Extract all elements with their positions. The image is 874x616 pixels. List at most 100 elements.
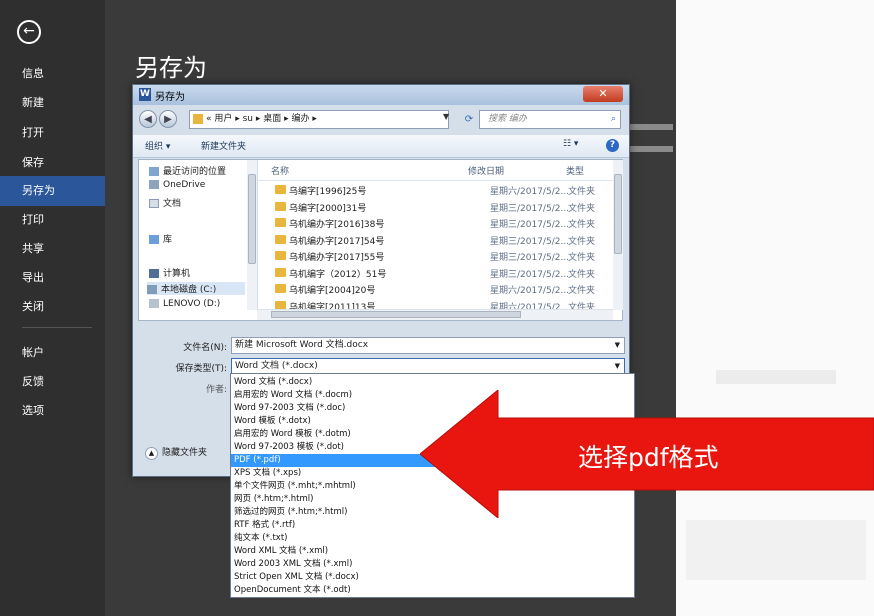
file-type: 文件夹 (568, 220, 596, 230)
nav-label: OneDrive (163, 180, 206, 190)
folder-icon (193, 114, 203, 124)
file-name: 乌机编办字[2017]54号 (289, 236, 385, 247)
sidebar-divider (22, 327, 92, 328)
sidebar-item[interactable]: 另存为 (0, 176, 105, 206)
background-block (686, 520, 866, 580)
horizontal-scrollbar[interactable] (257, 309, 613, 320)
chevron-down-icon[interactable]: ▼ (443, 112, 449, 121)
back-arrow-icon[interactable]: ← (17, 20, 41, 44)
view-options-icon[interactable]: ☷ ▾ (563, 139, 578, 149)
back-icon[interactable]: ◀ (139, 110, 157, 128)
scrollbar-thumb[interactable] (248, 174, 256, 264)
file-date: 星期三/2017/5/2... (490, 220, 570, 230)
filetype-option[interactable]: Word 文档 (*.docx) (231, 376, 634, 389)
sidebar-item[interactable]: 保存 (0, 148, 105, 178)
nav-lenovo-d[interactable]: LENOVO (D:) (149, 299, 220, 309)
file-row[interactable]: 乌机编办字[2017]54号 星期三/2017/5/2... 文件夹 (257, 232, 613, 248)
folder-icon (275, 234, 286, 244)
organize-button[interactable]: 组织 ▾ (145, 139, 170, 152)
file-type: 文件夹 (568, 236, 596, 247)
file-name: 乌编字[1996]25号 (289, 187, 367, 197)
file-type: 文件夹 (568, 203, 596, 214)
sidebar-item[interactable]: 反馈 (0, 367, 105, 397)
right-background (676, 0, 874, 616)
address-row: ◀ ▶ « 用户 ▸ su ▸ 桌面 ▸ 编办 ▸ ▼ ⟳ 搜索 编办 ⌕ (133, 107, 629, 133)
hide-folders-label: 隐藏文件夹 (162, 448, 208, 458)
nav-onedrive[interactable]: OneDrive (149, 180, 205, 190)
file-row[interactable]: 乌编字[1996]25号 星期六/2017/5/2... 文件夹 (257, 182, 613, 198)
hide-folders-toggle[interactable]: ▲ 隐藏文件夹 (145, 445, 207, 460)
file-list-scrollbar[interactable] (613, 160, 623, 310)
file-type: 文件夹 (568, 286, 596, 296)
drive-icon (147, 285, 157, 294)
sidebar-item[interactable]: 打印 (0, 205, 105, 235)
nav-local-disk-c[interactable]: 本地磁盘 (C:) (147, 282, 245, 295)
sidebar-item[interactable]: 信息 (0, 59, 105, 89)
file-row[interactable]: 乌机编字[2004]20号 星期六/2017/5/2... 文件夹 (257, 281, 613, 297)
recent-places-icon (149, 167, 159, 176)
chevron-up-icon: ▲ (145, 447, 158, 460)
word-icon: W (139, 88, 151, 101)
scrollbar-thumb[interactable] (614, 174, 622, 254)
file-row[interactable]: 乌编字[2000]31号 星期三/2017/5/2... 文件夹 (257, 199, 613, 215)
sidebar-item[interactable]: 关闭 (0, 292, 105, 322)
nav-computer[interactable]: 计算机 (149, 266, 190, 279)
chevron-down-icon[interactable]: ▼ (615, 338, 620, 353)
filetype-option[interactable]: Word XML 文档 (*.xml) (231, 545, 634, 558)
annotation-text: 选择pdf格式 (578, 443, 719, 472)
sidebar-item[interactable]: 选项 (0, 396, 105, 426)
refresh-icon[interactable]: ⟳ (459, 110, 479, 129)
dialog-title: 另存为 (155, 92, 185, 103)
folder-icon (275, 185, 286, 194)
filetype-value: Word 文档 (*.docx) (235, 361, 318, 371)
dialog-toolbar: 组织 ▾ 新建文件夹 ☷ ▾ ? (133, 135, 629, 158)
filetype-option[interactable]: RTF 格式 (*.rtf) (231, 519, 634, 532)
help-icon[interactable]: ? (606, 139, 619, 152)
filetype-option[interactable]: OpenDocument 文本 (*.odt) (231, 584, 634, 597)
address-bar[interactable]: « 用户 ▸ su ▸ 桌面 ▸ 编办 ▸ (189, 110, 449, 129)
filetype-option[interactable]: Word 2003 XML 文档 (*.xml) (231, 558, 634, 571)
nav-label: 计算机 (163, 269, 191, 279)
column-name[interactable]: 名称 (271, 164, 289, 177)
search-icon[interactable]: ⌕ (611, 111, 616, 128)
author-label: 作者: (205, 385, 227, 395)
breadcrumb: « 用户 ▸ su ▸ 桌面 ▸ 编办 ▸ (206, 114, 317, 124)
chevron-down-icon[interactable]: ▼ (615, 359, 620, 374)
file-name: 乌机编字[2004]20号 (289, 286, 376, 296)
filetype-option[interactable]: Strict Open XML 文档 (*.docx) (231, 571, 634, 584)
sidebar-item[interactable]: 共享 (0, 234, 105, 264)
sidebar-item[interactable]: 打开 (0, 118, 105, 148)
dialog-titlebar: W 另存为 ✕ (133, 85, 629, 105)
folder-icon (275, 218, 286, 227)
column-modified[interactable]: 修改日期 (468, 164, 504, 177)
file-row[interactable]: 乌机编办字[2017]55号 星期三/2017/5/2... 文件夹 (257, 248, 613, 264)
nav-libraries[interactable]: 库 (149, 232, 172, 245)
file-date: 星期六/2017/5/2... (490, 286, 570, 296)
nav-scrollbar[interactable] (247, 160, 257, 310)
search-placeholder: 搜索 编办 (488, 114, 527, 124)
close-button[interactable]: ✕ (583, 86, 623, 102)
forward-icon[interactable]: ▶ (159, 110, 177, 128)
filetype-option[interactable]: 纯文本 (*.txt) (231, 532, 634, 545)
folder-icon (275, 201, 286, 211)
file-name: 乌编字[2000]31号 (289, 203, 367, 214)
document-icon (149, 199, 159, 208)
sidebar-item[interactable]: 新建 (0, 88, 105, 118)
nav-label: 文档 (163, 199, 182, 209)
filename-field[interactable]: 新建 Microsoft Word 文档.docx ▼ (231, 337, 625, 354)
backstage-sidebar: ← 信息 新建 打开 保存 另存为 打印 共享 导出 关闭帐户 反馈 选项 (0, 0, 105, 616)
sidebar-item[interactable]: 帐户 (0, 338, 105, 368)
file-row[interactable]: 乌机编办字[2016]38号 星期三/2017/5/2... 文件夹 (257, 215, 613, 231)
search-input[interactable]: 搜索 编办 ⌕ (479, 110, 621, 129)
folder-icon (275, 267, 286, 277)
sidebar-item[interactable]: 导出 (0, 263, 105, 293)
nav-recent-places[interactable]: 最近访问的位置 (149, 164, 226, 177)
scrollbar-thumb[interactable] (271, 311, 521, 318)
file-row[interactable]: 乌机编字（2012）51号 星期三/2017/5/2... 文件夹 (257, 265, 613, 281)
new-folder-button[interactable]: 新建文件夹 (201, 139, 246, 152)
file-type: 文件夹 (568, 269, 596, 280)
filename-value: 新建 Microsoft Word 文档.docx (235, 340, 369, 350)
column-type[interactable]: 类型 (566, 164, 584, 177)
file-date: 星期三/2017/5/2... (490, 253, 570, 263)
nav-documents[interactable]: 文档 (149, 196, 181, 209)
